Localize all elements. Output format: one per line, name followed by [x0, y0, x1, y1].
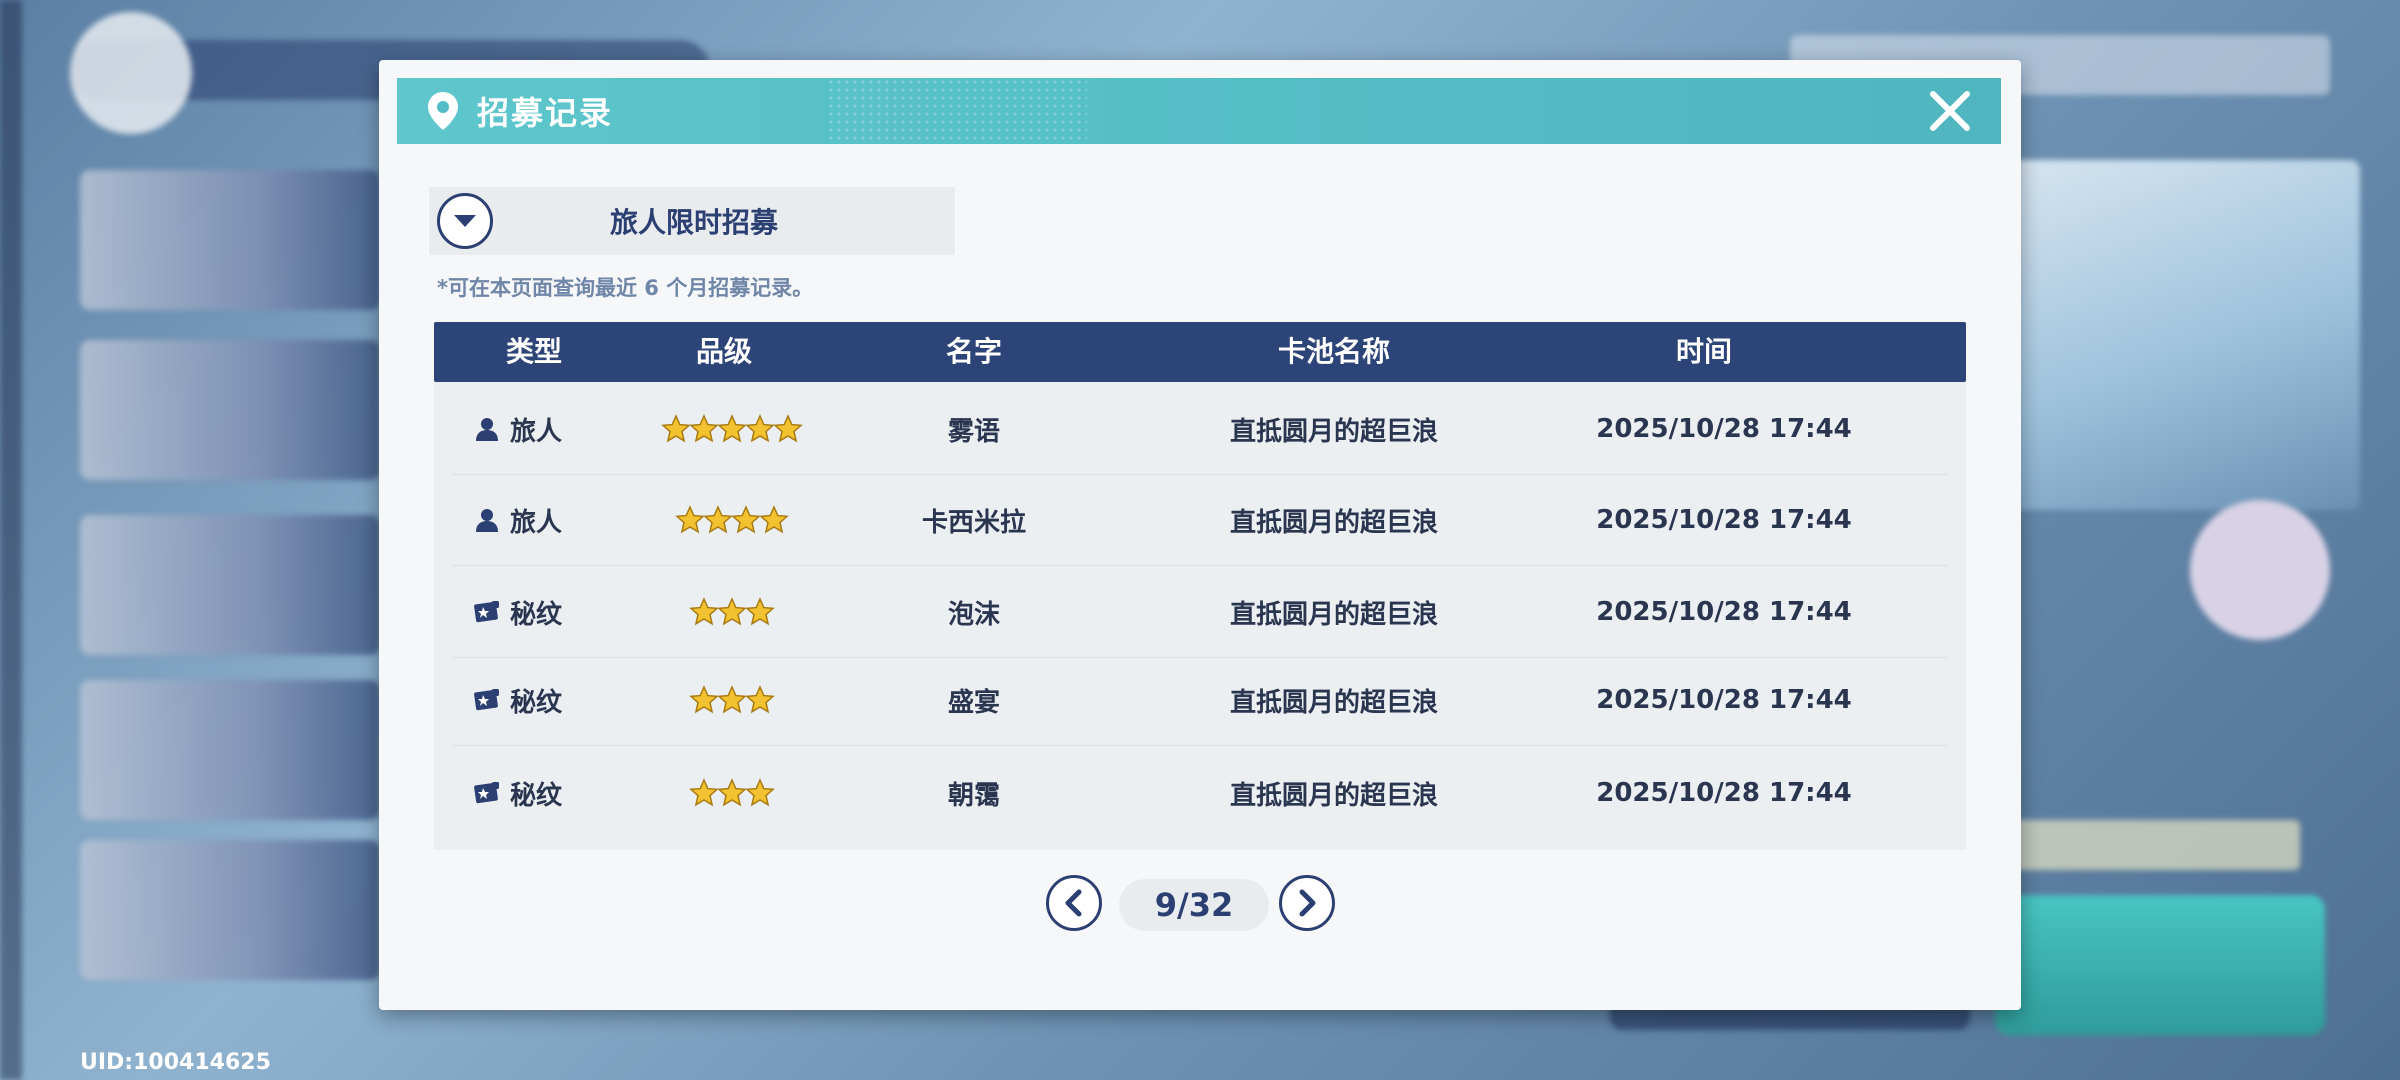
uid-label: UID:100414625	[80, 1050, 271, 1075]
chevron-right-icon	[1299, 889, 1316, 917]
star-icon	[661, 414, 691, 443]
name-cell: 雾语	[947, 416, 1000, 447]
rarity-stars	[622, 655, 842, 745]
chevron-down-icon[interactable]	[437, 193, 493, 249]
name-cell: 盛宴	[947, 687, 1000, 718]
person-icon	[476, 509, 498, 532]
header-name: 名字	[945, 335, 1002, 368]
type-cell: 秘纹	[472, 655, 612, 745]
name-cell: 泡沫	[947, 599, 1000, 630]
dialog-header: 招募记录	[397, 78, 2001, 144]
header-type: 类型	[505, 335, 562, 368]
star-icon	[773, 414, 803, 443]
header-time: 时间	[1675, 335, 1732, 368]
rarity-stars	[622, 384, 842, 474]
star-icon	[703, 505, 733, 534]
history-note: *可在本页面查询最近 6 个月招募记录。	[437, 276, 814, 300]
star-icon	[717, 778, 747, 807]
star-icon	[689, 597, 719, 626]
star-icon	[689, 685, 719, 714]
pool-cell: 直抵圆月的超巨浪	[1229, 416, 1438, 447]
card-icon	[474, 782, 499, 804]
type-cell: 旅人	[472, 384, 612, 474]
star-icon	[689, 778, 719, 807]
dialog-title: 招募记录	[477, 94, 614, 132]
table-row: 旅人 卡西米拉 直抵圆月的超巨浪 2025/10/28 17:44	[452, 475, 1948, 566]
table-header: 类型 品级 名字 卡池名称 时间	[434, 322, 1966, 382]
card-icon	[474, 689, 499, 711]
type-cell: 旅人	[472, 475, 612, 565]
chevron-left-icon	[1065, 889, 1082, 917]
rarity-stars	[622, 567, 842, 657]
card-icon	[474, 601, 499, 623]
pool-dropdown-label: 旅人限时招募	[609, 206, 778, 239]
table-row: 旅人 雾语 直抵圆月的超巨浪 2025/10/28 17:44	[452, 384, 1948, 475]
star-icon	[745, 597, 775, 626]
time-cell: 2025/10/28 17:44	[1596, 597, 1852, 627]
pool-dropdown[interactable]: 旅人限时招募	[429, 187, 955, 255]
star-icon	[675, 505, 705, 534]
time-cell: 2025/10/28 17:44	[1596, 505, 1852, 535]
type-label: 秘纹	[510, 780, 563, 811]
rarity-stars	[622, 748, 842, 838]
type-cell: 秘纹	[472, 567, 612, 657]
pool-cell: 直抵圆月的超巨浪	[1229, 507, 1438, 538]
table-row: 秘纹 泡沫 直抵圆月的超巨浪 2025/10/28 17:44	[452, 567, 1948, 658]
next-page-button[interactable]	[1279, 875, 1335, 931]
table-row: 秘纹 盛宴 直抵圆月的超巨浪 2025/10/28 17:44	[452, 655, 1948, 746]
recruit-record-dialog: 招募记录 旅人限时招募 *可在本页面查询最近 6 个月招募记录。 类型 品级 名…	[379, 60, 2021, 1010]
star-icon	[745, 414, 775, 443]
type-label: 秘纹	[510, 599, 563, 630]
name-cell: 卡西米拉	[921, 507, 1026, 538]
time-cell: 2025/10/28 17:44	[1596, 414, 1852, 444]
prev-page-button[interactable]	[1046, 875, 1102, 931]
name-cell: 朝霭	[947, 780, 1000, 811]
star-icon	[745, 778, 775, 807]
pool-cell: 直抵圆月的超巨浪	[1229, 687, 1438, 718]
page-indicator: 9/32	[1119, 879, 1269, 931]
pool-cell: 直抵圆月的超巨浪	[1229, 780, 1438, 811]
rarity-stars	[622, 475, 842, 565]
type-label: 旅人	[510, 507, 563, 538]
person-icon	[476, 418, 498, 441]
star-icon	[689, 414, 719, 443]
time-cell: 2025/10/28 17:44	[1596, 778, 1852, 808]
star-icon	[717, 685, 747, 714]
location-pin-icon	[428, 92, 458, 130]
pool-cell: 直抵圆月的超巨浪	[1229, 599, 1438, 630]
star-icon	[717, 597, 747, 626]
table-row: 秘纹 朝霭 直抵圆月的超巨浪 2025/10/28 17:44	[452, 748, 1948, 838]
time-cell: 2025/10/28 17:44	[1596, 685, 1852, 715]
star-icon	[717, 414, 747, 443]
star-icon	[759, 505, 789, 534]
star-icon	[745, 685, 775, 714]
star-icon	[731, 505, 761, 534]
header-rarity: 品级	[695, 335, 752, 368]
close-icon[interactable]	[1925, 86, 1975, 136]
header-pool: 卡池名称	[1277, 335, 1390, 368]
type-label: 秘纹	[510, 687, 563, 718]
type-label: 旅人	[510, 416, 563, 447]
record-table: 类型 品级 名字 卡池名称 时间 旅人 雾语 直抵圆月的超巨浪 2025/10/28 …	[434, 322, 1966, 850]
type-cell: 秘纹	[472, 748, 612, 838]
pagination: 9/32	[379, 875, 2021, 935]
